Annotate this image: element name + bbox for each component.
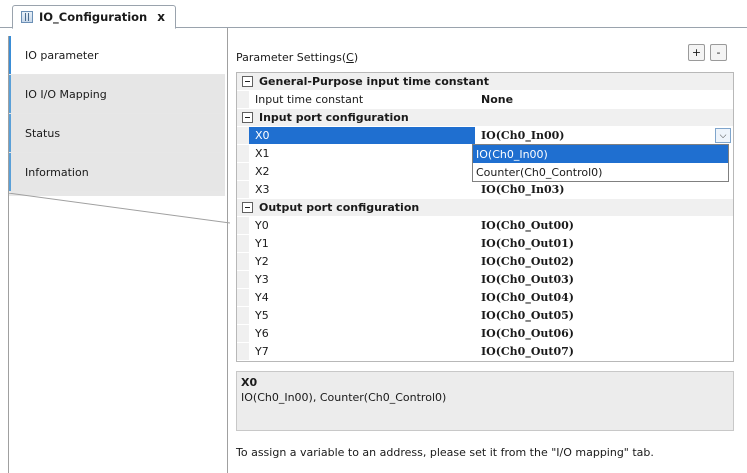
property-value-combo[interactable]: IO(Ch0_In00)	[475, 127, 733, 144]
parameter-panel: Parameter Settings(C) + - General-Purpos…	[227, 28, 747, 473]
dropdown-option-counter[interactable]: Counter(Ch0_Control0)	[473, 163, 728, 181]
description-title: X0	[241, 376, 258, 389]
tab-io-mapping[interactable]: IO I/O Mapping	[8, 75, 225, 113]
left-border	[8, 36, 9, 473]
category-input-port-configuration[interactable]: Input port configuration	[237, 109, 733, 127]
property-name: Y7	[255, 345, 269, 358]
property-name: Y6	[255, 327, 269, 340]
property-row[interactable]: Y3 IO(Ch0_Out03)	[237, 271, 733, 289]
expand-all-button[interactable]: +	[688, 44, 705, 61]
property-row[interactable]: Y6 IO(Ch0_Out06)	[237, 325, 733, 343]
property-row[interactable]: Input time constant None	[237, 91, 733, 109]
property-row[interactable]: Y5 IO(Ch0_Out05)	[237, 307, 733, 325]
property-name: X1	[255, 147, 270, 160]
category-output-port-configuration[interactable]: Output port configuration	[237, 199, 733, 217]
property-name: X3	[255, 183, 270, 196]
property-row[interactable]: X3 IO(Ch0_In03)	[237, 181, 733, 199]
tab-slant-divider	[8, 193, 230, 224]
tab-label: IO I/O Mapping	[25, 87, 107, 101]
io-configuration-icon	[21, 11, 33, 23]
collapse-icon[interactable]	[242, 112, 253, 123]
property-row[interactable]: Y2 IO(Ch0_Out02)	[237, 253, 733, 271]
tab-status[interactable]: Status	[8, 114, 225, 152]
tab-information[interactable]: Information	[8, 153, 225, 191]
property-row[interactable]: Y4 IO(Ch0_Out04)	[237, 289, 733, 307]
document-tab-strip: IO_Configuration x	[0, 0, 747, 29]
property-value[interactable]: IO(Ch0_Out05)	[475, 307, 733, 324]
tab-label: Information	[25, 165, 89, 179]
property-value[interactable]: IO(Ch0_In03)	[475, 181, 733, 198]
collapse-icon[interactable]	[242, 76, 253, 87]
footer-note: To assign a variable to an address, plea…	[236, 446, 654, 459]
property-row[interactable]: Y0 IO(Ch0_Out00)	[237, 217, 733, 235]
property-name: Y4	[255, 291, 269, 304]
document-tab-title: IO_Configuration	[39, 10, 148, 24]
close-icon[interactable]: x	[157, 10, 165, 24]
chevron-down-icon[interactable]: ⌵	[715, 128, 731, 143]
property-row[interactable]: Y1 IO(Ch0_Out01)	[237, 235, 733, 253]
property-name: Input time constant	[255, 93, 364, 106]
property-name: Y0	[255, 219, 269, 232]
description-text: IO(Ch0_In00), Counter(Ch0_Control0)	[241, 391, 447, 404]
tab-label: IO parameter	[25, 48, 99, 62]
property-name: Y2	[255, 255, 269, 268]
category-general-input-time-constant[interactable]: General-Purpose input time constant	[237, 73, 733, 91]
property-name: X0	[249, 127, 475, 144]
property-name: Y5	[255, 309, 269, 322]
property-name: Y3	[255, 273, 269, 286]
parameter-settings-title: Parameter Settings(C)	[236, 51, 359, 64]
document-tab[interactable]: IO_Configuration x	[12, 5, 176, 29]
property-value[interactable]: IO(Ch0_Out03)	[475, 271, 733, 288]
property-row[interactable]: Y7 IO(Ch0_Out07)	[237, 343, 733, 361]
dropdown-option-io[interactable]: IO(Ch0_In00)	[473, 145, 728, 163]
property-value[interactable]: None	[475, 91, 733, 108]
collapse-all-button[interactable]: -	[710, 44, 727, 61]
property-grid: General-Purpose input time constant Inpu…	[236, 72, 734, 362]
property-value[interactable]: IO(Ch0_Out01)	[475, 235, 733, 252]
property-value[interactable]: IO(Ch0_Out04)	[475, 289, 733, 306]
property-row-x0[interactable]: X0 IO(Ch0_In00) ⌵	[237, 127, 733, 145]
collapse-icon[interactable]	[242, 202, 253, 213]
tab-io-parameter[interactable]: IO parameter	[8, 36, 225, 74]
description-box: X0 IO(Ch0_In00), Counter(Ch0_Control0)	[236, 371, 734, 431]
property-value[interactable]: IO(Ch0_Out00)	[475, 217, 733, 234]
left-tab-panel: IO parameter IO I/O Mapping Status Infor…	[0, 28, 230, 473]
tab-label: Status	[25, 126, 61, 140]
property-value[interactable]: IO(Ch0_Out06)	[475, 325, 733, 342]
property-value[interactable]: IO(Ch0_Out02)	[475, 253, 733, 270]
property-name: X2	[255, 165, 270, 178]
property-value[interactable]: IO(Ch0_Out07)	[475, 343, 733, 360]
x0-dropdown-list: IO(Ch0_In00) Counter(Ch0_Control0)	[472, 144, 729, 182]
property-name: Y1	[255, 237, 269, 250]
